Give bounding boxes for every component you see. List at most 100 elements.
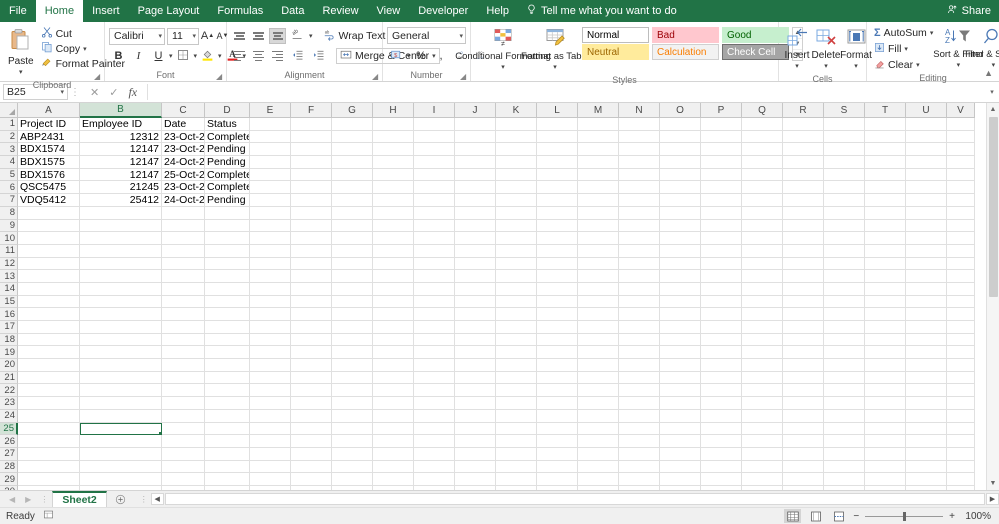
sort-filter-caret[interactable]: ▾ (957, 60, 961, 71)
cell-N8[interactable] (619, 206, 660, 220)
cell-K15[interactable] (496, 295, 537, 309)
cell-N14[interactable] (619, 282, 660, 296)
column-header-Q[interactable]: Q (742, 103, 783, 118)
cell-O7[interactable] (660, 194, 701, 207)
cell-Q4[interactable] (742, 156, 783, 169)
row-header-29[interactable]: 29 (0, 473, 18, 486)
cell-H22[interactable] (373, 384, 414, 398)
cell-H26[interactable] (373, 435, 414, 448)
cell-F28[interactable] (291, 460, 332, 474)
cell-P20[interactable] (701, 359, 742, 372)
cell-G17[interactable] (332, 321, 373, 334)
cell-G1[interactable] (332, 118, 373, 131)
cell-D15[interactable] (205, 295, 250, 309)
cell-M1[interactable] (578, 118, 619, 131)
cell-F2[interactable] (291, 130, 332, 144)
cell-B7[interactable]: 25412 (80, 194, 162, 207)
cell-M18[interactable] (578, 333, 619, 347)
cell-F20[interactable] (291, 359, 332, 372)
cell-A22[interactable] (18, 384, 80, 398)
delete-cells-caret[interactable]: ▾ (824, 61, 828, 72)
cell-T19[interactable] (865, 346, 906, 360)
cell-C16[interactable] (162, 308, 205, 321)
column-header-I[interactable]: I (414, 103, 455, 118)
cell-R4[interactable] (783, 156, 824, 169)
cell-D6[interactable]: Completed (205, 181, 250, 195)
cell-L19[interactable] (537, 346, 578, 360)
cell-A28[interactable] (18, 460, 80, 474)
cell-A30[interactable] (18, 485, 80, 490)
cell-I17[interactable] (414, 321, 455, 334)
cell-I22[interactable] (414, 384, 455, 398)
cell-Q9[interactable] (742, 219, 783, 233)
cell-L8[interactable] (537, 206, 578, 220)
column-header-R[interactable]: R (783, 103, 824, 118)
cell-I2[interactable] (414, 130, 455, 144)
clipboard-dialog-launcher[interactable]: ◢ (94, 73, 102, 81)
row-header-23[interactable]: 23 (0, 397, 18, 410)
cell-N19[interactable] (619, 346, 660, 360)
cell-B26[interactable] (80, 435, 162, 448)
clear-caret[interactable]: ▾ (916, 61, 920, 69)
cell-M12[interactable] (578, 257, 619, 271)
cell-G12[interactable] (332, 257, 373, 271)
cell-U23[interactable] (906, 397, 947, 410)
cell-U15[interactable] (906, 295, 947, 309)
cell-I29[interactable] (414, 473, 455, 486)
cell-D7[interactable]: Pending (205, 194, 250, 207)
cell-T25[interactable] (865, 422, 906, 436)
cell-D12[interactable] (205, 257, 250, 271)
orientation-button[interactable]: ab (288, 27, 307, 45)
cell-V20[interactable] (947, 359, 975, 372)
cell-K4[interactable] (496, 156, 537, 169)
cell-L15[interactable] (537, 295, 578, 309)
cell-Q14[interactable] (742, 282, 783, 296)
cell-R27[interactable] (783, 447, 824, 461)
enter-formula-button[interactable]: ✓ (109, 86, 118, 99)
cell-H12[interactable] (373, 257, 414, 271)
vertical-scrollbar[interactable]: ▲ ▼ (986, 103, 999, 490)
row-header-8[interactable]: 8 (0, 206, 18, 220)
column-header-U[interactable]: U (906, 103, 947, 118)
cell-M8[interactable] (578, 206, 619, 220)
cell-R16[interactable] (783, 308, 824, 321)
cell-J11[interactable] (455, 244, 496, 258)
cell-H23[interactable] (373, 397, 414, 410)
cell-B18[interactable] (80, 333, 162, 347)
cell-D17[interactable] (205, 321, 250, 334)
cell-F11[interactable] (291, 244, 332, 258)
cell-L28[interactable] (537, 460, 578, 474)
cell-I25[interactable] (414, 422, 455, 436)
cell-B6[interactable]: 21245 (80, 181, 162, 195)
cell-V7[interactable] (947, 194, 975, 207)
cell-R14[interactable] (783, 282, 824, 296)
cell-V27[interactable] (947, 447, 975, 461)
column-header-G[interactable]: G (332, 103, 373, 118)
column-header-M[interactable]: M (578, 103, 619, 118)
cell-G22[interactable] (332, 384, 373, 398)
cell-L1[interactable] (537, 118, 578, 131)
cell-G19[interactable] (332, 346, 373, 360)
cell-F17[interactable] (291, 321, 332, 334)
cell-F6[interactable] (291, 181, 332, 195)
cell-B5[interactable]: 12147 (80, 168, 162, 182)
cell-K2[interactable] (496, 130, 537, 144)
column-header-F[interactable]: F (291, 103, 332, 118)
cell-T15[interactable] (865, 295, 906, 309)
normal-view-button[interactable] (784, 509, 802, 523)
cell-Q7[interactable] (742, 194, 783, 207)
zoom-out-button[interactable]: − (853, 511, 859, 522)
number-format-caret[interactable]: ▾ (456, 32, 463, 40)
column-header-T[interactable]: T (865, 103, 906, 118)
underline-dropdown-caret[interactable]: ▾ (169, 52, 173, 60)
cell-style-neutral[interactable]: Neutral (582, 44, 649, 60)
cell-P4[interactable] (701, 156, 742, 169)
cell-U17[interactable] (906, 321, 947, 334)
cell-O6[interactable] (660, 181, 701, 195)
cell-O5[interactable] (660, 168, 701, 182)
cell-U20[interactable] (906, 359, 947, 372)
column-header-N[interactable]: N (619, 103, 660, 118)
cell-H15[interactable] (373, 295, 414, 309)
cell-Q16[interactable] (742, 308, 783, 321)
cell-P22[interactable] (701, 384, 742, 398)
